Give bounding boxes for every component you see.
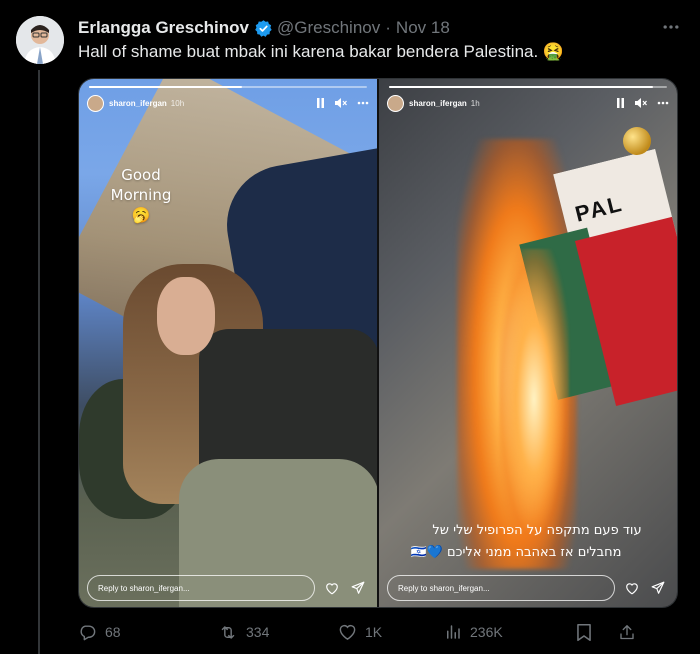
views-button[interactable]: 236K bbox=[438, 623, 548, 641]
tweet-media[interactable]: sharon_ifergan 10h Good Morning 🥱 Reply … bbox=[78, 78, 678, 608]
views-count: 236K bbox=[470, 624, 503, 640]
muted-speaker-icon bbox=[635, 98, 647, 108]
story-reply-row: Reply to sharon_ifergan... bbox=[387, 575, 667, 601]
story-header: sharon_ifergan 1h bbox=[387, 93, 669, 113]
separator-dot: · bbox=[385, 18, 391, 37]
more-options-button[interactable] bbox=[658, 14, 684, 40]
reply-icon bbox=[80, 624, 96, 640]
caption-line2: מחבלים אז באהבה ממני אליכם 💙🇮🇱 bbox=[410, 545, 622, 560]
ornament-photo-region bbox=[623, 127, 651, 155]
reply-count: 68 bbox=[105, 624, 121, 640]
fire-highlight-region bbox=[499, 249, 569, 549]
more-horizontal-icon bbox=[663, 25, 679, 29]
tweet-date[interactable]: Nov 18 bbox=[396, 18, 450, 38]
story-caption: עוד פעם מתקפה על הפרופיל שלי של מחבלים א… bbox=[399, 520, 663, 564]
story-header: sharon_ifergan 10h bbox=[87, 93, 369, 113]
pause-icon bbox=[617, 98, 624, 108]
person-face-region bbox=[157, 277, 215, 355]
bookmark-icon bbox=[577, 623, 591, 641]
heart-icon[interactable] bbox=[623, 579, 641, 597]
tweet-actions: 68 334 1K 236K bbox=[78, 620, 678, 644]
overlay-line2: Morning 🥱 bbox=[110, 186, 172, 224]
muted-speaker-icon bbox=[335, 98, 347, 108]
story-time: 1h bbox=[470, 98, 480, 108]
story-reply-input[interactable]: Reply to sharon_ifergan... bbox=[387, 575, 615, 601]
caption-line1: עוד פעם מתקפה על הפרופיל שלי של bbox=[432, 523, 642, 538]
like-icon bbox=[339, 624, 356, 640]
tweet-text: Hall of shame buat mbak ini karena bakar… bbox=[78, 42, 565, 61]
like-count: 1K bbox=[365, 624, 383, 640]
bookmark-button[interactable] bbox=[576, 623, 600, 642]
author-handle[interactable]: @Greschinov bbox=[277, 18, 380, 38]
story-reply-input[interactable]: Reply to sharon_ifergan... bbox=[87, 575, 315, 601]
share-icon bbox=[620, 624, 634, 639]
send-icon[interactable] bbox=[649, 579, 667, 597]
more-horizontal-icon bbox=[657, 101, 669, 105]
story-avatar bbox=[87, 94, 104, 112]
more-horizontal-icon bbox=[357, 101, 369, 105]
thread-line bbox=[38, 70, 40, 654]
story-progress-bar bbox=[89, 86, 367, 88]
repost-button[interactable]: 334 bbox=[218, 623, 328, 642]
author-display-name[interactable]: Erlangga Greschinov bbox=[78, 18, 249, 38]
reply-button[interactable]: 68 bbox=[78, 623, 188, 642]
story-avatar bbox=[387, 94, 404, 112]
send-icon[interactable] bbox=[349, 579, 367, 597]
story-time: 10h bbox=[170, 98, 185, 108]
tweet-header: Erlangga Greschinov @Greschinov · Nov 18 bbox=[78, 17, 684, 39]
story-image-right[interactable]: PAL sharon_ifergan 1h עוד פעם מתקפה על ה… bbox=[379, 79, 677, 607]
repost-icon bbox=[221, 625, 235, 639]
story-overlay-text: Good Morning 🥱 bbox=[101, 165, 181, 225]
views-chart-icon bbox=[447, 625, 460, 639]
pause-icon bbox=[317, 98, 324, 108]
story-username: sharon_ifergan bbox=[109, 98, 167, 108]
heart-icon[interactable] bbox=[323, 579, 341, 597]
story-reply-row: Reply to sharon_ifergan... bbox=[87, 575, 367, 601]
author-avatar[interactable] bbox=[16, 16, 64, 64]
story-username: sharon_ifergan bbox=[409, 98, 467, 108]
overlay-line1: Good bbox=[121, 166, 161, 184]
story-progress-bar bbox=[389, 86, 667, 88]
story-image-left[interactable]: sharon_ifergan 10h Good Morning 🥱 Reply … bbox=[79, 79, 377, 607]
verified-badge-icon bbox=[254, 19, 273, 38]
repost-count: 334 bbox=[246, 624, 270, 640]
share-button[interactable] bbox=[618, 623, 644, 642]
like-button[interactable]: 1K bbox=[328, 623, 438, 641]
